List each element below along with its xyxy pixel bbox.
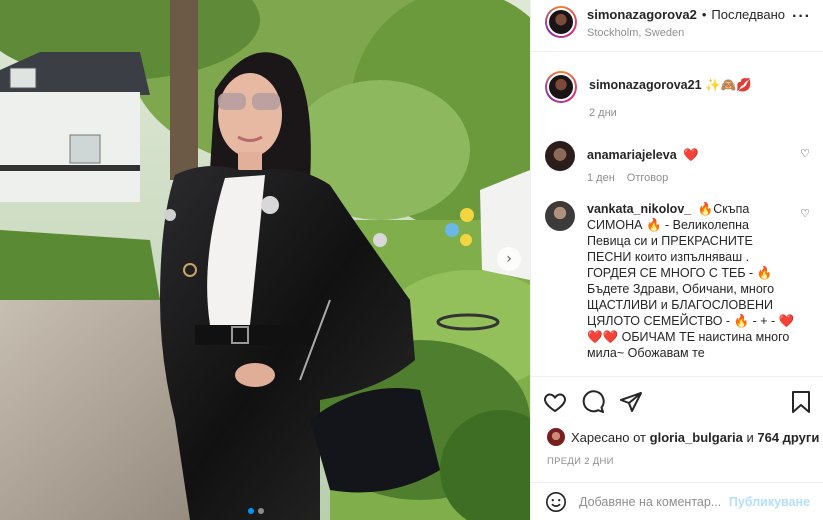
caption-username[interactable]: simonazagorova21: [589, 78, 702, 92]
comment-text: ❤️: [683, 148, 699, 162]
avatar[interactable]: [545, 141, 575, 171]
comment-username[interactable]: vankata_nikolov_: [587, 202, 691, 216]
add-comment-bar: Добавяне на коментар... Публикуване: [531, 482, 823, 520]
likes-summary[interactable]: Харесано от gloria_bulgaria и 764 други: [547, 428, 819, 446]
paper-plane-icon[interactable]: [619, 390, 643, 414]
comment-text: 🔥Скъпа СИМОНА 🔥 - Великолепна Певица си …: [587, 202, 795, 360]
carousel-dot-active: [248, 508, 254, 514]
comment-item: vankata_nikolov_ 🔥Скъпа СИМОНА 🔥 - Велик…: [545, 201, 810, 361]
action-bar: [531, 376, 823, 426]
carousel-dot: [258, 508, 264, 514]
location-link[interactable]: Stockholm, Sweden: [587, 27, 785, 39]
likes-user[interactable]: gloria_bulgaria: [650, 430, 743, 445]
post-photo[interactable]: ›: [0, 0, 530, 520]
avatar[interactable]: [545, 201, 575, 231]
post-header: simonazagorova2 • Последвано Stockholm, …: [531, 0, 823, 52]
reply-button[interactable]: Отговор: [627, 172, 668, 184]
bookmark-icon[interactable]: [790, 390, 812, 414]
publish-button[interactable]: Публикуване: [729, 495, 810, 509]
photo-illustration: [0, 0, 530, 520]
comment-time[interactable]: 1 ден: [587, 172, 615, 184]
likes-count[interactable]: 764 други: [757, 430, 819, 445]
comment-item: anamariajeleva ❤️ 1 ден Отговор ♡: [545, 141, 810, 184]
chevron-right-icon[interactable]: ›: [497, 247, 521, 271]
comment-input[interactable]: Добавяне на коментар...: [579, 495, 725, 509]
author-username[interactable]: simonazagorova2: [587, 7, 697, 22]
post-sidebar: simonazagorova2 • Последвано Stockholm, …: [530, 0, 823, 520]
caption: simonazagorova21 ✨🙈💋 2 дни: [545, 71, 810, 119]
likes-prefix: Харесано от: [571, 429, 647, 445]
avatar: [547, 428, 565, 446]
caption-time[interactable]: 2 дни: [589, 107, 617, 119]
heart-icon[interactable]: ♡: [800, 147, 810, 160]
caption-text: ✨🙈💋: [705, 78, 752, 92]
avatar[interactable]: [545, 6, 577, 38]
heart-icon[interactable]: [543, 390, 567, 414]
smiley-icon[interactable]: [545, 491, 567, 513]
comment-bubble-icon[interactable]: [581, 389, 605, 414]
post-date[interactable]: ПРЕДИ 2 ДНИ: [547, 456, 614, 467]
heart-icon[interactable]: ♡: [800, 207, 810, 220]
follow-button[interactable]: Последвано: [711, 7, 785, 22]
avatar[interactable]: [545, 71, 577, 103]
likes-joiner: и: [746, 429, 754, 445]
more-dots-icon[interactable]: ···: [792, 8, 811, 26]
comments-list[interactable]: simonazagorova21 ✨🙈💋 2 дни anamariajelev…: [531, 53, 823, 376]
comment-username[interactable]: anamariajeleva: [587, 148, 677, 162]
carousel-dots: [248, 508, 264, 514]
separator-dot: •: [701, 7, 707, 22]
